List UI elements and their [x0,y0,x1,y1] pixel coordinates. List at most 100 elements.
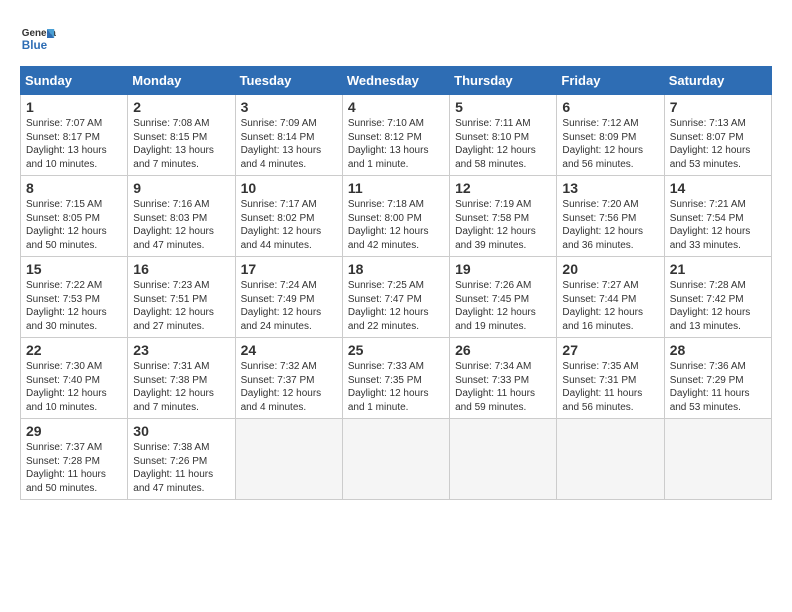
day-cell: 22Sunrise: 7:30 AM Sunset: 7:40 PM Dayli… [21,338,128,419]
week-row-1: 1 Sunrise: 7:07 AM Sunset: 8:17 PM Daylig… [21,95,772,176]
day-cell: 1 Sunrise: 7:07 AM Sunset: 8:17 PM Daylig… [21,95,128,176]
day-cell: 4Sunrise: 7:10 AM Sunset: 8:12 PM Daylig… [342,95,449,176]
week-row-2: 8 Sunrise: 7:15 AM Sunset: 8:05 PM Daylig… [21,176,772,257]
header-cell-monday: Monday [128,67,235,95]
day-info: Sunrise: 7:20 AM Sunset: 7:56 PM Dayligh… [562,198,658,252]
day-info: Sunrise: 7:16 AM Sunset: 8:03 PM Dayligh… [133,198,229,252]
day-number: 24 [241,342,337,358]
day-cell: 13 Sunrise: 7:20 AM Sunset: 7:56 PM Dayli… [557,176,664,257]
day-number: 20 [562,261,658,277]
day-info: Sunrise: 7:17 AM Sunset: 8:02 PM Dayligh… [241,198,337,252]
day-number: 21 [670,261,766,277]
day-info: Sunrise: 7:24 AM Sunset: 7:49 PM Dayligh… [241,279,337,333]
day-number: 10 [241,180,337,196]
day-cell [450,419,557,500]
day-number: 27 [562,342,658,358]
day-number: 29 [26,423,122,439]
day-info: Sunrise: 7:28 AM Sunset: 7:42 PM Dayligh… [670,279,766,333]
day-cell: 21 Sunrise: 7:28 AM Sunset: 7:42 PM Dayli… [664,257,771,338]
day-cell: 28 Sunrise: 7:36 AM Sunset: 7:29 PM Dayli… [664,338,771,419]
day-info: Sunrise: 7:23 AM Sunset: 7:51 PM Dayligh… [133,279,229,333]
day-cell: 29 Sunrise: 7:37 AM Sunset: 7:28 PM Dayli… [21,419,128,500]
header-cell-friday: Friday [557,67,664,95]
day-number: 25 [348,342,444,358]
day-cell: 12 Sunrise: 7:19 AM Sunset: 7:58 PM Dayli… [450,176,557,257]
day-cell: 5Sunrise: 7:11 AM Sunset: 8:10 PM Daylig… [450,95,557,176]
calendar-table: SundayMondayTuesdayWednesdayThursdayFrid… [20,66,772,500]
day-cell: 27Sunrise: 7:35 AM Sunset: 7:31 PM Dayli… [557,338,664,419]
day-info: Sunrise: 7:12 AM Sunset: 8:09 PM Dayligh… [562,117,658,171]
header-cell-saturday: Saturday [664,67,771,95]
day-info: Sunrise: 7:18 AM Sunset: 8:00 PM Dayligh… [348,198,444,252]
day-number: 17 [241,261,337,277]
day-cell [664,419,771,500]
day-cell [342,419,449,500]
day-info: Sunrise: 7:21 AM Sunset: 7:54 PM Dayligh… [670,198,766,252]
day-number: 9 [133,180,229,196]
day-number: 3 [241,99,337,115]
day-info: Sunrise: 7:22 AM Sunset: 7:53 PM Dayligh… [26,279,122,333]
day-info: Sunrise: 7:19 AM Sunset: 7:58 PM Dayligh… [455,198,551,252]
day-info: Sunrise: 7:38 AM Sunset: 7:26 PM Dayligh… [133,441,229,495]
day-cell [235,419,342,500]
day-cell: 30 Sunrise: 7:38 AM Sunset: 7:26 PM Dayli… [128,419,235,500]
day-info: Sunrise: 7:37 AM Sunset: 7:28 PM Dayligh… [26,441,122,495]
day-cell: 11 Sunrise: 7:18 AM Sunset: 8:00 PM Dayli… [342,176,449,257]
day-info: Sunrise: 7:07 AM Sunset: 8:17 PM Dayligh… [26,117,122,171]
day-cell: 14 Sunrise: 7:21 AM Sunset: 7:54 PM Dayli… [664,176,771,257]
day-cell: 6 Sunrise: 7:12 AM Sunset: 8:09 PM Daylig… [557,95,664,176]
day-number: 19 [455,261,551,277]
day-cell: 2 Sunrise: 7:08 AM Sunset: 8:15 PM Daylig… [128,95,235,176]
day-cell: 26Sunrise: 7:34 AM Sunset: 7:33 PM Dayli… [450,338,557,419]
day-number: 7 [670,99,766,115]
day-number: 22 [26,342,122,358]
day-number: 8 [26,180,122,196]
day-info: Sunrise: 7:34 AM Sunset: 7:33 PM Dayligh… [455,360,551,414]
week-row-4: 22Sunrise: 7:30 AM Sunset: 7:40 PM Dayli… [21,338,772,419]
header-cell-sunday: Sunday [21,67,128,95]
day-number: 30 [133,423,229,439]
logo-icon: General Blue [20,20,56,56]
day-info: Sunrise: 7:36 AM Sunset: 7:29 PM Dayligh… [670,360,766,414]
day-cell: 18Sunrise: 7:25 AM Sunset: 7:47 PM Dayli… [342,257,449,338]
day-number: 11 [348,180,444,196]
day-number: 5 [455,99,551,115]
svg-text:Blue: Blue [22,39,48,52]
day-number: 13 [562,180,658,196]
header-cell-thursday: Thursday [450,67,557,95]
day-number: 1 [26,99,122,115]
day-cell: 25 Sunrise: 7:33 AM Sunset: 7:35 PM Dayli… [342,338,449,419]
day-number: 2 [133,99,229,115]
day-info: Sunrise: 7:10 AM Sunset: 8:12 PM Dayligh… [348,117,444,171]
day-info: Sunrise: 7:15 AM Sunset: 8:05 PM Dayligh… [26,198,122,252]
day-cell: 10 Sunrise: 7:17 AM Sunset: 8:02 PM Dayli… [235,176,342,257]
day-cell: 9 Sunrise: 7:16 AM Sunset: 8:03 PM Daylig… [128,176,235,257]
day-info: Sunrise: 7:26 AM Sunset: 7:45 PM Dayligh… [455,279,551,333]
day-cell [557,419,664,500]
day-number: 16 [133,261,229,277]
day-info: Sunrise: 7:08 AM Sunset: 8:15 PM Dayligh… [133,117,229,171]
day-cell: 3Sunrise: 7:09 AM Sunset: 8:14 PM Daylig… [235,95,342,176]
day-cell: 8 Sunrise: 7:15 AM Sunset: 8:05 PM Daylig… [21,176,128,257]
day-number: 12 [455,180,551,196]
day-number: 28 [670,342,766,358]
day-info: Sunrise: 7:25 AM Sunset: 7:47 PM Dayligh… [348,279,444,333]
header-cell-wednesday: Wednesday [342,67,449,95]
day-number: 15 [26,261,122,277]
logo: General Blue [20,20,56,56]
day-number: 6 [562,99,658,115]
calendar-body: 1 Sunrise: 7:07 AM Sunset: 8:17 PM Daylig… [21,95,772,500]
day-cell: 20 Sunrise: 7:27 AM Sunset: 7:44 PM Dayli… [557,257,664,338]
day-cell: 15 Sunrise: 7:22 AM Sunset: 7:53 PM Dayli… [21,257,128,338]
day-cell: 24Sunrise: 7:32 AM Sunset: 7:37 PM Dayli… [235,338,342,419]
day-number: 23 [133,342,229,358]
day-info: Sunrise: 7:13 AM Sunset: 8:07 PM Dayligh… [670,117,766,171]
day-info: Sunrise: 7:27 AM Sunset: 7:44 PM Dayligh… [562,279,658,333]
header-cell-tuesday: Tuesday [235,67,342,95]
day-number: 14 [670,180,766,196]
day-cell: 17 Sunrise: 7:24 AM Sunset: 7:49 PM Dayli… [235,257,342,338]
header: General Blue [20,20,772,56]
calendar-header-row: SundayMondayTuesdayWednesdayThursdayFrid… [21,67,772,95]
day-info: Sunrise: 7:33 AM Sunset: 7:35 PM Dayligh… [348,360,444,414]
day-cell: 23Sunrise: 7:31 AM Sunset: 7:38 PM Dayli… [128,338,235,419]
